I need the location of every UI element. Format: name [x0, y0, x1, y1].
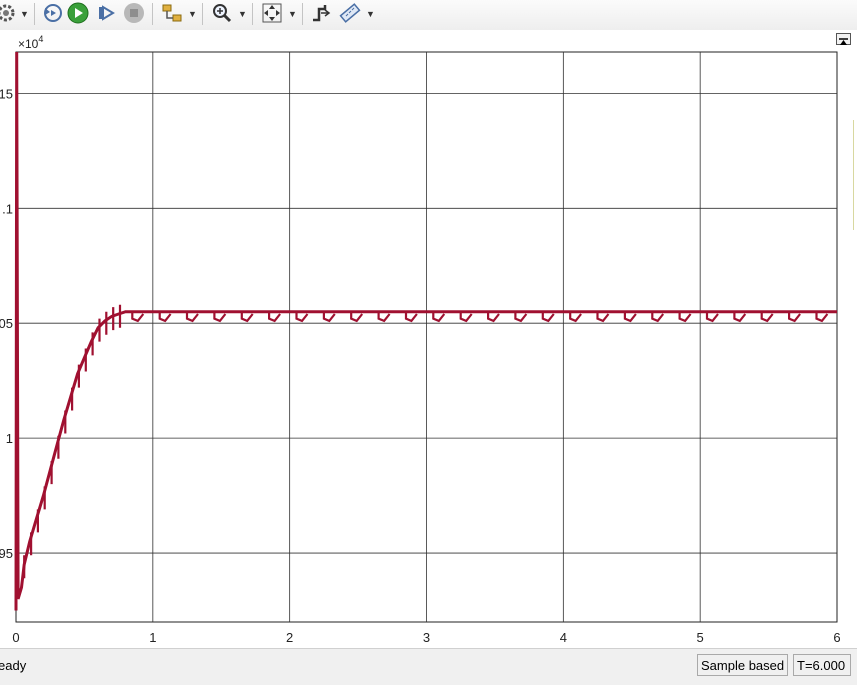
- run-icon[interactable]: [66, 1, 90, 25]
- x-tick-label: 5: [697, 630, 704, 645]
- simulation-time-indicator: T=6.000: [793, 654, 851, 676]
- fit-view-icon[interactable]: [260, 1, 284, 25]
- x-tick-label: 3: [423, 630, 430, 645]
- x-tick-label: 2: [286, 630, 293, 645]
- step-forward-icon[interactable]: [94, 1, 118, 25]
- toolbar: ▼ ▼ ▼ ▼ ▼: [0, 0, 857, 31]
- toolbar-separator: [202, 3, 203, 25]
- toolbar-separator: [252, 3, 253, 25]
- status-bar: eady Sample based T=6.000: [0, 648, 857, 685]
- x-tick-label: 4: [560, 630, 567, 645]
- x-tick-label: 6: [833, 630, 840, 645]
- settings-icon[interactable]: [0, 1, 18, 25]
- fit-view-dropdown-icon[interactable]: ▼: [288, 9, 297, 19]
- stop-icon[interactable]: [122, 1, 146, 25]
- settings-dropdown-icon[interactable]: ▼: [20, 9, 29, 19]
- restore-layout-button[interactable]: [836, 33, 851, 45]
- measurements-dropdown-icon[interactable]: ▼: [366, 9, 375, 19]
- zoom-in-icon[interactable]: [210, 1, 234, 25]
- triggers-icon[interactable]: [310, 1, 334, 25]
- scope-plot[interactable]: 0 1 2 3 4 5 6 .95 1 05 .1 15 ×104: [0, 30, 857, 648]
- y-tick-label: .1: [2, 201, 13, 216]
- axis-exponent-label: ×104: [18, 34, 43, 51]
- y-tick-label: 1: [6, 431, 13, 446]
- y-tick-label: .95: [0, 546, 13, 561]
- y-tick-label: 05: [0, 316, 13, 331]
- x-tick-label: 0: [12, 630, 19, 645]
- measurements-icon[interactable]: [338, 1, 362, 25]
- status-text: eady: [0, 658, 27, 673]
- window-edge: [853, 120, 857, 230]
- highlight-dropdown-icon[interactable]: ▼: [188, 9, 197, 19]
- y-tick-label: 15: [0, 86, 13, 101]
- highlight-icon[interactable]: [160, 1, 184, 25]
- step-back-icon[interactable]: [40, 1, 64, 25]
- series-ripple: [23, 304, 829, 579]
- toolbar-separator: [152, 3, 153, 25]
- toolbar-separator: [302, 3, 303, 25]
- zoom-dropdown-icon[interactable]: ▼: [238, 9, 247, 19]
- sample-mode-indicator: Sample based: [697, 654, 788, 676]
- x-tick-label: 1: [149, 630, 156, 645]
- toolbar-separator: [34, 3, 35, 25]
- scope-display: 0 1 2 3 4 5 6 .95 1 05 .1 15 ×104: [0, 30, 857, 648]
